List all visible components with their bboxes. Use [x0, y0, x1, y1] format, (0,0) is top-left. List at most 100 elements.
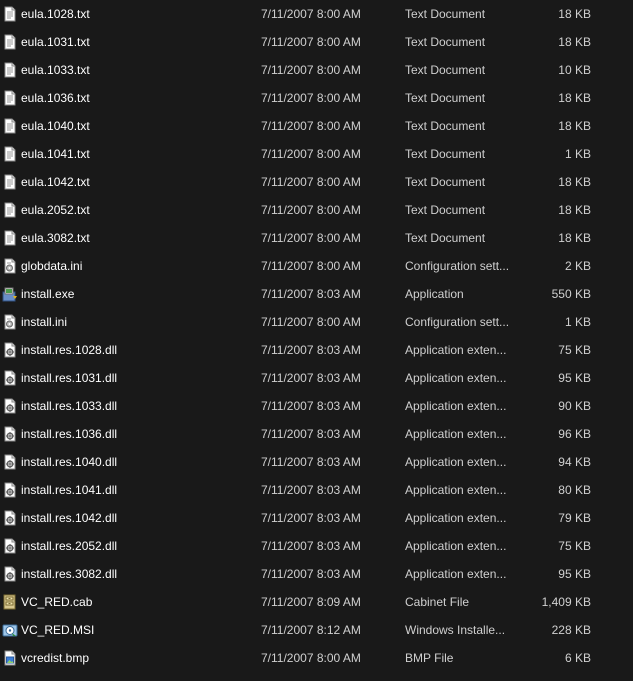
- file-row[interactable]: eula.1036.txt 7/11/2007 8:00 AM Text Docum…: [0, 84, 633, 112]
- file-row[interactable]: install.res.1042.dll 7/11/2007 8:03 AM App…: [0, 504, 633, 532]
- file-name: install.res.1041.dll: [21, 483, 118, 497]
- file-type: Application exten...: [405, 343, 507, 357]
- file-row[interactable]: eula.1028.txt 7/11/2007 8:00 AM Text Docum…: [0, 0, 633, 28]
- file-name: VC_RED.MSI: [21, 623, 95, 637]
- file-row[interactable]: install.exe 7/11/2007 8:03 AM Application 5…: [0, 280, 633, 308]
- file-type: Application exten...: [405, 511, 507, 525]
- file-name: VC_RED.cab: [21, 595, 93, 609]
- file-type: Text Document: [405, 35, 486, 49]
- file-type: Text Document: [405, 119, 486, 133]
- file-type: Text Document: [405, 175, 486, 189]
- file-name: eula.2052.txt: [21, 203, 90, 217]
- text-document-icon: [2, 174, 18, 190]
- file-row[interactable]: install.res.2052.dll 7/11/2007 8:03 AM App…: [0, 532, 633, 560]
- file-size: 1 KB: [564, 315, 591, 329]
- file-row[interactable]: eula.1031.txt 7/11/2007 8:00 AM Text Docum…: [0, 28, 633, 56]
- dll-file-icon: [2, 482, 18, 498]
- file-row[interactable]: eula.1042.txt 7/11/2007 8:00 AM Text Docum…: [0, 168, 633, 196]
- file-date-modified: 7/11/2007 8:03 AM: [261, 399, 361, 413]
- file-type: Text Document: [405, 91, 486, 105]
- file-row[interactable]: install.res.1040.dll 7/11/2007 8:03 AM App…: [0, 448, 633, 476]
- file-date-modified: 7/11/2007 8:00 AM: [261, 231, 361, 245]
- file-date-modified: 7/11/2007 8:00 AM: [261, 91, 361, 105]
- file-row[interactable]: install.res.3082.dll 7/11/2007 8:03 AM App…: [0, 560, 633, 588]
- file-name: install.res.1028.dll: [21, 343, 118, 357]
- file-type: Application exten...: [405, 427, 507, 441]
- dll-file-icon: [2, 342, 18, 358]
- bitmap-file-icon: [2, 650, 18, 666]
- file-type: Application exten...: [405, 567, 507, 581]
- config-file-icon: [2, 314, 18, 330]
- file-date-modified: 7/11/2007 8:00 AM: [261, 63, 361, 77]
- file-size: 18 KB: [558, 35, 591, 49]
- file-type: Application exten...: [405, 371, 507, 385]
- file-date-modified: 7/11/2007 8:03 AM: [261, 539, 361, 553]
- text-document-icon: [2, 146, 18, 162]
- file-date-modified: 7/11/2007 8:00 AM: [261, 35, 361, 49]
- file-name: install.res.1040.dll: [21, 455, 118, 469]
- file-name: globdata.ini: [21, 259, 83, 273]
- file-name: install.res.1042.dll: [21, 511, 118, 525]
- file-size: 79 KB: [558, 511, 591, 525]
- file-size: 80 KB: [558, 483, 591, 497]
- file-date-modified: 7/11/2007 8:09 AM: [261, 595, 361, 609]
- file-type: Application exten...: [405, 483, 507, 497]
- file-size: 6 KB: [564, 651, 591, 665]
- file-size: 75 KB: [558, 343, 591, 357]
- file-row[interactable]: install.res.1031.dll 7/11/2007 8:03 AM App…: [0, 364, 633, 392]
- file-date-modified: 7/11/2007 8:00 AM: [261, 7, 361, 21]
- file-size: 95 KB: [558, 371, 591, 385]
- text-document-icon: [2, 6, 18, 22]
- file-date-modified: 7/11/2007 8:03 AM: [261, 427, 361, 441]
- text-document-icon: [2, 90, 18, 106]
- file-type: Configuration sett...: [405, 259, 510, 273]
- file-row[interactable]: eula.3082.txt 7/11/2007 8:00 AM Text Docum…: [0, 224, 633, 252]
- file-type: Application exten...: [405, 539, 507, 553]
- file-row[interactable]: eula.1033.txt 7/11/2007 8:00 AM Text Docum…: [0, 56, 633, 84]
- file-list: eula.1028.txt 7/11/2007 8:00 AM Text Docum…: [0, 0, 633, 681]
- file-type: Text Document: [405, 147, 486, 161]
- dll-file-icon: [2, 510, 18, 526]
- dll-file-icon: [2, 426, 18, 442]
- file-date-modified: 7/11/2007 8:00 AM: [261, 175, 361, 189]
- text-document-icon: [2, 202, 18, 218]
- file-name: eula.1028.txt: [21, 7, 90, 21]
- file-date-modified: 7/11/2007 8:12 AM: [261, 623, 361, 637]
- file-size: 2 KB: [564, 259, 591, 273]
- file-size: 18 KB: [558, 91, 591, 105]
- file-row[interactable]: vcredist.bmp 7/11/2007 8:00 AM BMP File 6 K…: [0, 644, 633, 672]
- file-date-modified: 7/11/2007 8:03 AM: [261, 567, 361, 581]
- file-row[interactable]: VC_RED.MSI 7/11/2007 8:12 AM Windows Insta…: [0, 616, 633, 644]
- file-row[interactable]: install.res.1041.dll 7/11/2007 8:03 AM App…: [0, 476, 633, 504]
- file-size: 18 KB: [558, 7, 591, 21]
- file-type: Text Document: [405, 231, 486, 245]
- file-name: eula.1042.txt: [21, 175, 90, 189]
- file-size: 10 KB: [558, 63, 591, 77]
- file-date-modified: 7/11/2007 8:00 AM: [261, 651, 361, 665]
- file-name: install.res.1031.dll: [21, 371, 118, 385]
- file-row[interactable]: eula.2052.txt 7/11/2007 8:00 AM Text Docum…: [0, 196, 633, 224]
- file-date-modified: 7/11/2007 8:00 AM: [261, 259, 361, 273]
- file-row[interactable]: install.res.1028.dll 7/11/2007 8:03 AM App…: [0, 336, 633, 364]
- file-name: eula.1031.txt: [21, 35, 90, 49]
- file-date-modified: 7/11/2007 8:03 AM: [261, 371, 361, 385]
- dll-file-icon: [2, 454, 18, 470]
- file-date-modified: 7/11/2007 8:03 AM: [261, 511, 361, 525]
- file-size: 1 KB: [564, 147, 591, 161]
- file-type: BMP File: [405, 651, 454, 665]
- file-name: install.exe: [21, 287, 75, 301]
- file-size: 18 KB: [558, 231, 591, 245]
- file-row[interactable]: eula.1040.txt 7/11/2007 8:00 AM Text Docum…: [0, 112, 633, 140]
- file-type: Windows Installe...: [405, 623, 506, 637]
- file-row[interactable]: eula.1041.txt 7/11/2007 8:00 AM Text Docum…: [0, 140, 633, 168]
- file-row[interactable]: install.res.1036.dll 7/11/2007 8:03 AM App…: [0, 420, 633, 448]
- file-row[interactable]: install.ini 7/11/2007 8:00 AM Configuratio…: [0, 308, 633, 336]
- cabinet-file-icon: [2, 594, 18, 610]
- file-row[interactable]: globdata.ini 7/11/2007 8:00 AM Configurati…: [0, 252, 633, 280]
- file-row[interactable]: install.res.1033.dll 7/11/2007 8:03 AM App…: [0, 392, 633, 420]
- file-size: 228 KB: [551, 623, 591, 637]
- file-row[interactable]: VC_RED.cab 7/11/2007 8:09 AM Cabinet File 1…: [0, 588, 633, 616]
- file-size: 94 KB: [558, 455, 591, 469]
- file-name: eula.1041.txt: [21, 147, 90, 161]
- file-name: install.res.1033.dll: [21, 399, 118, 413]
